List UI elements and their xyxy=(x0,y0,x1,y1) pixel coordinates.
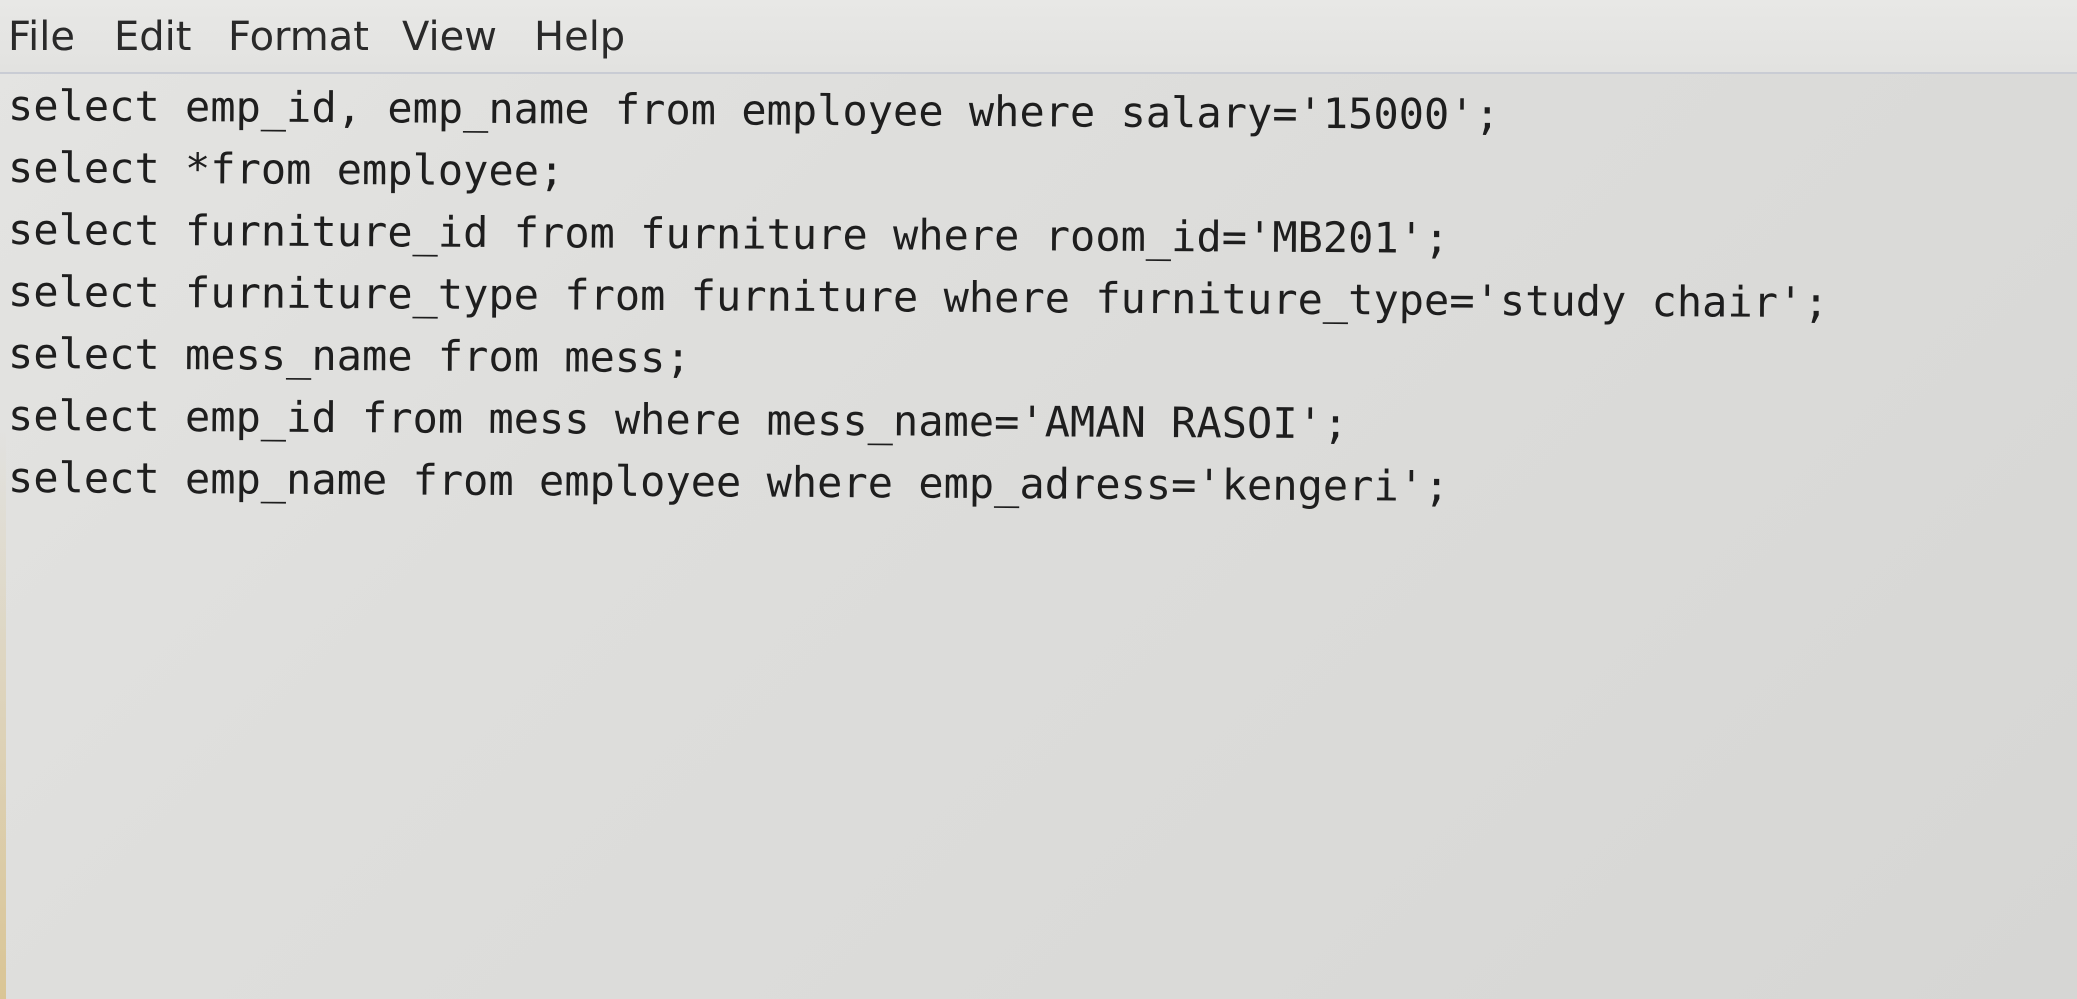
menu-help[interactable]: Help xyxy=(534,12,625,62)
code-line-6: select emp_id from mess where mess_name=… xyxy=(7,391,1349,449)
window-left-edge xyxy=(0,430,6,999)
menu-bar: File Edit Format View Help xyxy=(0,0,2077,74)
code-line-4: select furniture_type from furniture whe… xyxy=(7,267,1829,328)
code-line-1: select emp_id, emp_name from employee wh… xyxy=(7,81,1501,140)
menu-edit[interactable]: Edit xyxy=(114,12,191,62)
code-line-7: select emp_name from employee where emp_… xyxy=(7,453,1450,511)
code-line-2: select *from employee; xyxy=(7,143,565,196)
menu-view[interactable]: View xyxy=(402,12,497,62)
menu-format[interactable]: Format xyxy=(228,12,369,62)
text-editor-area[interactable]: select emp_id, emp_name from employee wh… xyxy=(0,74,2077,999)
menu-file[interactable]: File xyxy=(8,12,75,62)
code-line-5: select mess_name from mess; xyxy=(7,329,691,383)
code-line-3: select furniture_id from furniture where… xyxy=(7,205,1450,263)
notepad-window: File Edit Format View Help select emp_id… xyxy=(0,0,2077,999)
